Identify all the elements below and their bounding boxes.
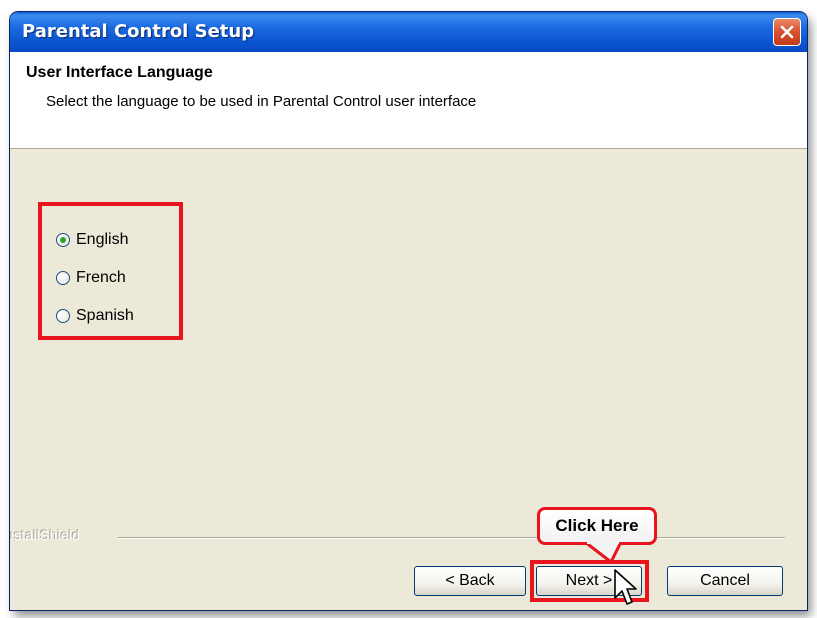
radio-button-english[interactable]: [56, 233, 70, 247]
radio-label-english[interactable]: English: [76, 231, 128, 249]
window-title: Parental Control Setup: [22, 21, 255, 42]
radio-english[interactable]: English: [56, 229, 128, 251]
close-icon: [780, 25, 794, 39]
footer-divider: [118, 537, 785, 538]
radio-button-spanish[interactable]: [56, 309, 70, 323]
radio-spanish[interactable]: Spanish: [56, 305, 134, 327]
setup-dialog: Parental Control Setup User Interface La…: [10, 12, 807, 610]
back-button[interactable]: < Back: [414, 566, 526, 596]
dialog-header: User Interface Language Select the langu…: [10, 52, 807, 149]
title-bar[interactable]: Parental Control Setup: [10, 12, 807, 52]
callout-tail: [583, 542, 623, 564]
installshield-brand: ıstallShield: [10, 527, 81, 543]
radio-french[interactable]: French: [56, 267, 126, 289]
page-subtitle: Select the language to be used in Parent…: [46, 93, 477, 110]
click-here-callout: Click Here: [537, 507, 657, 545]
radio-label-french[interactable]: French: [76, 269, 126, 287]
cancel-button[interactable]: Cancel: [667, 566, 783, 596]
radio-button-french[interactable]: [56, 271, 70, 285]
radio-label-spanish[interactable]: Spanish: [76, 307, 134, 325]
mouse-pointer-icon: [614, 569, 637, 605]
close-button[interactable]: [773, 18, 801, 46]
page-title: User Interface Language: [26, 64, 213, 81]
